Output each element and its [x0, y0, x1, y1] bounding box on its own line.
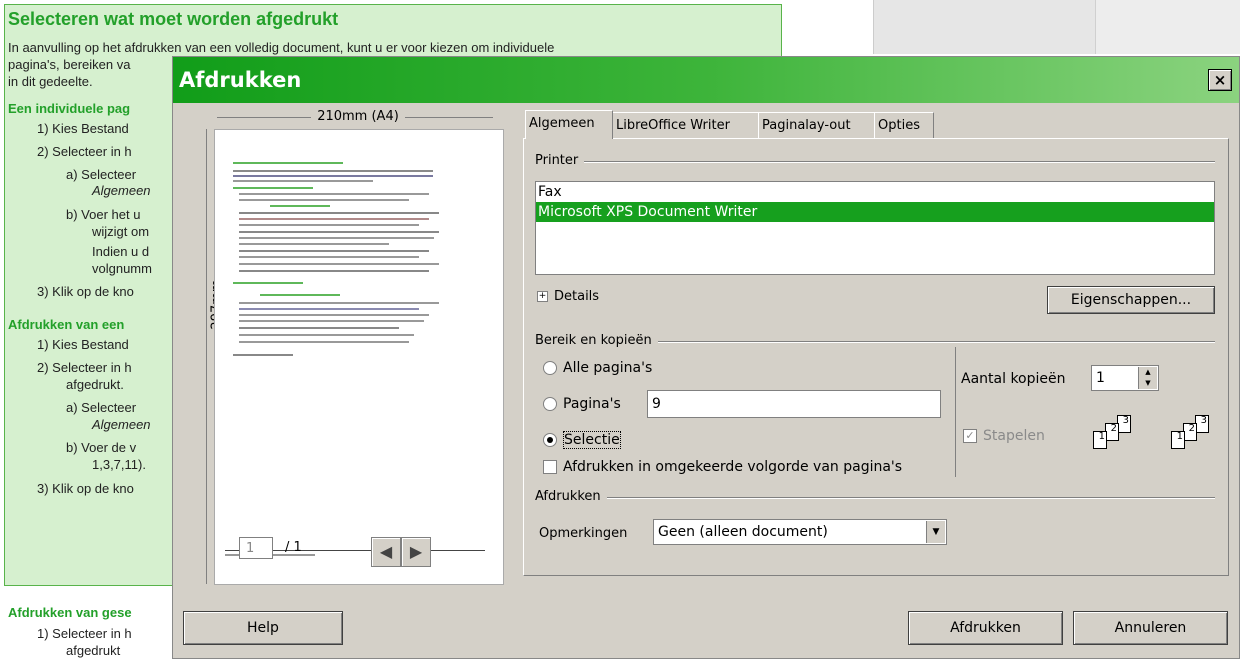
document-list-item: wijzigt om	[92, 224, 150, 239]
radio-circle-icon	[543, 361, 557, 375]
close-button[interactable]: ×	[1208, 69, 1232, 91]
copies-separator	[955, 347, 956, 477]
copies-value: 1	[1096, 370, 1105, 386]
printer-separator	[535, 161, 1215, 163]
printer-item-fax[interactable]: Fax	[536, 182, 1214, 202]
document-list-item: Algemeen	[92, 183, 151, 198]
document-list-item: Indien u d	[92, 244, 150, 259]
properties-button[interactable]: Eigenschappen...	[1047, 286, 1215, 314]
document-section-heading: Afdrukken van een	[8, 317, 125, 332]
details-label: Details	[554, 289, 600, 304]
document-list-item: 1) Selecteer in h	[37, 626, 132, 641]
document-section-heading: Een individuele pag	[8, 101, 131, 116]
document-list-item: a) Selecteer	[66, 400, 137, 415]
document-list-item: volgnumm	[92, 261, 152, 276]
document-intro-line: In aanvulling op het afdrukken van een v…	[8, 40, 555, 55]
range-legend: Bereik en kopieën	[535, 333, 658, 348]
comments-label: Opmerkingen	[539, 526, 628, 541]
document-list-item: b) Voer het u	[66, 207, 141, 222]
reverse-order-checkbox[interactable]: Afdrukken in omgekeerde volgorde van pag…	[543, 459, 902, 475]
document-list-item: 2) Selecteer in h	[37, 360, 132, 375]
radio-selection[interactable]: Selectie	[543, 431, 621, 449]
document-section-heading: Afdrukken van gese	[8, 605, 132, 620]
print-button[interactable]: Afdrukken	[908, 611, 1063, 645]
checkmark-icon: ✓	[963, 429, 977, 443]
document-list-item: 3) Klik op de kno	[37, 284, 134, 299]
chevron-down-icon[interactable]: ▼	[926, 521, 945, 543]
printer-list[interactable]: Fax Microsoft XPS Document Writer	[535, 181, 1215, 275]
spinner-arrows-icon[interactable]: ▲ ▼	[1138, 367, 1157, 389]
tab-algemeen[interactable]: Algemeen	[525, 110, 613, 139]
radio-circle-icon	[543, 397, 557, 411]
arrow-right-icon: ▶	[409, 542, 423, 561]
collate-checkbox[interactable]: ✓ Stapelen	[963, 428, 1045, 444]
document-list-item: afgedrukt.	[66, 377, 124, 392]
print-separator	[535, 497, 1215, 499]
tab-libreoffice-writer[interactable]: LibreOffice Writer	[612, 112, 759, 138]
document-list-item: Algemeen	[92, 417, 151, 432]
document-intro-line: pagina's, bereiken va	[8, 57, 131, 72]
printer-item-xps[interactable]: Microsoft XPS Document Writer	[536, 202, 1214, 222]
dialog-titlebar[interactable]: Afdrukken ×	[173, 57, 1239, 103]
document-list-item: b) Voer de v	[66, 440, 137, 455]
document-intro-line: in dit gedeelte.	[8, 74, 93, 89]
document-list-item: 1) Kies Bestand	[37, 337, 129, 352]
background-panel	[1095, 0, 1240, 54]
arrow-left-icon: ◀	[379, 542, 393, 561]
dialog-title: Afdrukken	[179, 68, 302, 92]
print-dialog: Afdrukken × 210mm (A4) 297mm	[172, 56, 1240, 659]
plus-icon: +	[537, 291, 548, 302]
document-list-item: 1) Kies Bestand	[37, 121, 129, 136]
document-list-item: a) Selecteer	[66, 167, 137, 182]
pages-input[interactable]: 9	[647, 390, 941, 418]
document-heading: Selecteren wat moet worden afgedrukt	[8, 9, 339, 29]
copies-spinner[interactable]: 1 ▲ ▼	[1091, 365, 1159, 391]
page-total-label: / 1	[285, 540, 302, 555]
tab-paginalay-out[interactable]: Paginalay-out	[758, 112, 875, 138]
previous-page-button[interactable]: ◀	[371, 537, 401, 567]
document-list-item: afgedrukt	[66, 643, 121, 658]
document-list-item: 1,3,7,11).	[92, 457, 146, 472]
comments-value: Geen (alleen document)	[658, 524, 828, 540]
cancel-button[interactable]: Annuleren	[1073, 611, 1228, 645]
checkbox-icon	[543, 460, 557, 474]
print-legend: Afdrukken	[535, 489, 607, 504]
help-button[interactable]: Help	[183, 611, 343, 645]
page-preview	[214, 129, 504, 585]
copies-label: Aantal kopieën	[961, 371, 1066, 387]
background-panel	[873, 0, 1096, 54]
radio-selected-icon	[543, 433, 557, 447]
paper-width-label: 210mm (A4)	[213, 109, 503, 124]
printer-legend: Printer	[535, 153, 585, 168]
tab-opties[interactable]: Opties	[874, 112, 934, 138]
details-expander[interactable]: + Details	[537, 289, 599, 304]
document-list-item: 2) Selecteer in h	[37, 144, 132, 159]
paper-height-line	[206, 129, 207, 584]
document-list-item: 3) Klik op de kno	[37, 481, 134, 496]
radio-all-pages[interactable]: Alle pagina's	[543, 360, 652, 376]
next-page-button[interactable]: ▶	[401, 537, 431, 567]
radio-pages[interactable]: Pagina's	[543, 396, 621, 412]
page-number-input[interactable]: 1	[239, 537, 273, 559]
comments-dropdown[interactable]: Geen (alleen document) ▼	[653, 519, 947, 545]
